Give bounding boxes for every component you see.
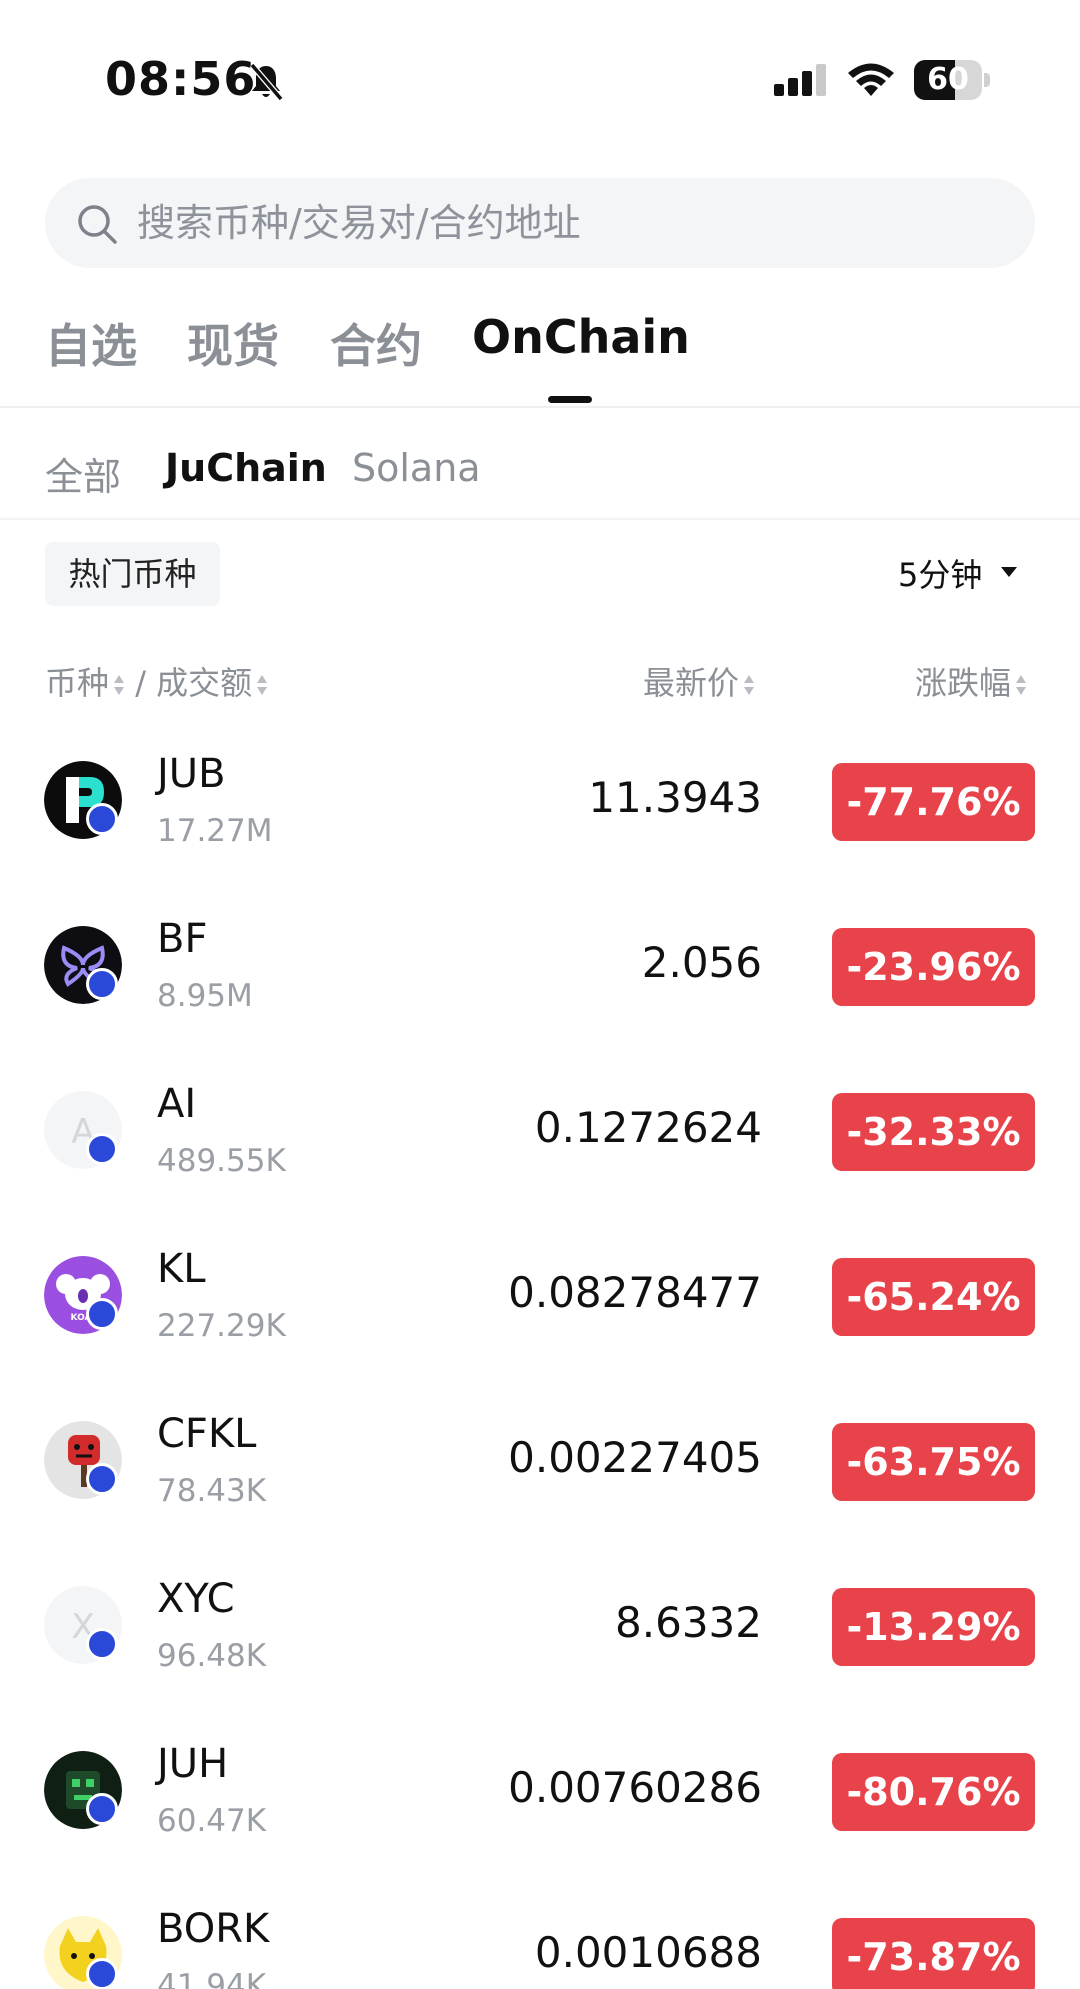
coin-symbol: JUB: [157, 751, 226, 797]
coin-volume: 8.95M: [157, 978, 253, 1014]
change-badge[interactable]: -65.24%: [832, 1258, 1035, 1336]
interval-selector[interactable]: 5分钟: [898, 550, 982, 598]
change-badge[interactable]: -32.33%: [832, 1093, 1035, 1171]
coin-symbol: BF: [157, 916, 208, 962]
coin-price: 2.056: [641, 938, 762, 987]
search-input[interactable]: [137, 178, 997, 268]
tab-spot[interactable]: 现货: [187, 310, 279, 376]
chain-tab-juchain[interactable]: JuChain: [165, 446, 327, 490]
coin-volume: 60.47K: [157, 1803, 267, 1839]
sort-icon[interactable]: [1015, 674, 1027, 696]
column-coin-label[interactable]: 币种: [45, 664, 109, 702]
coin-volume: 78.43K: [157, 1473, 267, 1509]
chain-tab-all[interactable]: 全部: [45, 446, 121, 501]
caret-down-icon[interactable]: [1000, 566, 1018, 578]
market-row[interactable]: BORK 41.94K 0.0010688 -73.87%: [0, 1878, 1080, 1989]
tab-watchlist[interactable]: 自选: [45, 310, 137, 376]
change-badge[interactable]: -73.87%: [832, 1918, 1035, 1989]
market-row[interactable]: JUB 17.27M 11.3943 -77.76%: [0, 723, 1080, 888]
battery-body: 60: [914, 60, 982, 100]
coin-price: 0.08278477: [508, 1268, 762, 1317]
market-row[interactable]: BF 8.95M 2.056 -23.96%: [0, 888, 1080, 1053]
change-badge[interactable]: -23.96%: [832, 928, 1035, 1006]
coin-symbol: KL: [157, 1246, 206, 1292]
coin-symbol: AI: [157, 1081, 197, 1127]
coin-price: 0.1272624: [534, 1103, 762, 1152]
column-change-label: 涨跌幅: [915, 664, 1012, 702]
coin-symbol: XYC: [157, 1576, 235, 1622]
market-row[interactable]: CFKL 78.43K 0.00227405 -63.75%: [0, 1383, 1080, 1548]
juchain-badge-icon: [86, 968, 118, 1000]
juchain-badge-icon: [86, 1463, 118, 1495]
juchain-badge-icon: [86, 1958, 118, 1989]
change-badge[interactable]: -13.29%: [832, 1588, 1035, 1666]
coin-volume: 489.55K: [157, 1143, 286, 1179]
status-bar: 08:56 60: [0, 0, 1080, 160]
coin-price: 8.6332: [615, 1598, 762, 1647]
coin-symbol: CFKL: [157, 1411, 257, 1457]
change-badge[interactable]: -77.76%: [832, 763, 1035, 841]
market-row[interactable]: KOA KL 227.29K 0.08278477 -65.24%: [0, 1218, 1080, 1383]
column-separator: /: [135, 664, 146, 702]
column-header-coin-volume: 币种 / 成交额: [45, 658, 268, 704]
search-icon: [78, 205, 117, 244]
search-bar[interactable]: [45, 178, 1035, 268]
coin-price: 0.0010688: [534, 1928, 762, 1977]
change-badge[interactable]: -80.76%: [832, 1753, 1035, 1831]
coin-symbol: BORK: [157, 1906, 270, 1952]
coin-volume: 96.48K: [157, 1638, 267, 1674]
juchain-badge-icon: [86, 1628, 118, 1660]
coin-price: 0.00227405: [508, 1433, 762, 1482]
column-header-change[interactable]: 涨跌幅: [915, 658, 1027, 704]
coin-symbol: JUH: [157, 1741, 229, 1787]
juchain-badge-icon: [86, 1793, 118, 1825]
bell-muted-icon: [249, 63, 284, 101]
coin-volume: 227.29K: [157, 1308, 286, 1344]
market-row[interactable]: X XYC 96.48K 8.6332 -13.29%: [0, 1548, 1080, 1713]
juchain-badge-icon: [86, 1133, 118, 1165]
coin-volume: 17.27M: [157, 813, 273, 849]
chain-tabs: 全部 JuChain Solana: [0, 408, 1080, 520]
battery-percent: 60: [927, 62, 969, 97]
column-header-price[interactable]: 最新价: [643, 658, 755, 704]
sort-icon[interactable]: [256, 674, 268, 696]
market-tabs: 自选 现货 合约 OnChain: [0, 310, 1080, 408]
juchain-badge-icon: [86, 1298, 118, 1330]
wifi-icon: [848, 63, 894, 96]
tab-futures[interactable]: 合约: [330, 310, 422, 376]
change-badge[interactable]: -63.75%: [832, 1423, 1035, 1501]
status-time: 08:56: [105, 52, 257, 106]
hot-coins-chip[interactable]: 热门币种: [45, 542, 220, 606]
sort-icon[interactable]: [743, 674, 755, 696]
chain-tab-solana[interactable]: Solana: [352, 446, 481, 490]
tab-onchain[interactable]: OnChain: [472, 310, 690, 364]
coin-price: 11.3943: [588, 773, 762, 822]
battery-tip: [984, 73, 990, 87]
juchain-badge-icon: [86, 803, 118, 835]
column-volume-label[interactable]: 成交额: [156, 664, 252, 702]
sort-icon[interactable]: [113, 674, 125, 696]
active-tab-indicator: [548, 396, 592, 403]
battery-indicator: 60: [914, 60, 990, 100]
market-row[interactable]: A AI 489.55K 0.1272624 -32.33%: [0, 1053, 1080, 1218]
cellular-signal-icon: [774, 64, 826, 96]
coin-price: 0.00760286: [508, 1763, 762, 1812]
column-price-label: 最新价: [643, 664, 740, 702]
coin-volume: 41.94K: [157, 1968, 267, 1989]
market-row[interactable]: JUH 60.47K 0.00760286 -80.76%: [0, 1713, 1080, 1878]
